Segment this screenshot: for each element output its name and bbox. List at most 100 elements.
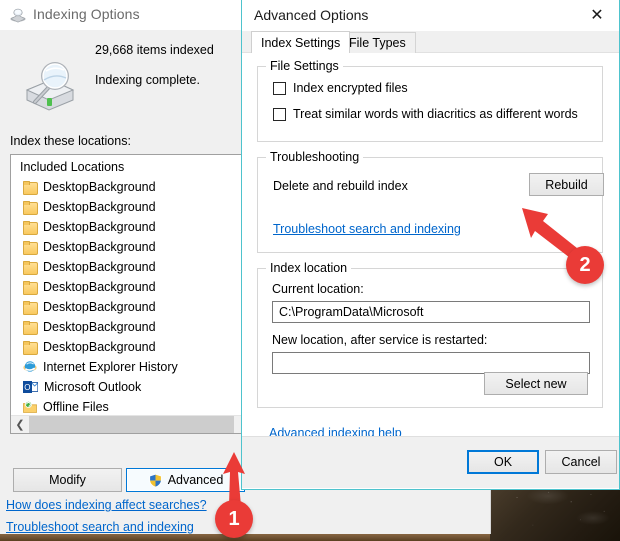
list-item[interactable]: Internet Explorer History [11,357,242,377]
scrollbar-thumb[interactable] [29,416,234,433]
list-item-label: DesktopBackground [43,320,156,334]
cancel-button[interactable]: Cancel [545,450,617,474]
advanced-options-title: Advanced Options [254,7,369,23]
svg-text:O: O [24,383,30,392]
close-icon[interactable]: ✕ [575,0,619,30]
advanced-options-dialog: Advanced Options ✕ Index Settings File T… [241,0,620,490]
treat-diacritics-checkbox[interactable] [273,107,286,121]
list-item[interactable]: DesktopBackground [11,237,242,257]
folder-icon [23,201,38,215]
select-new-button[interactable]: Select new [484,372,588,395]
current-location-label: Current location: [272,282,364,296]
included-locations-list[interactable]: Included Locations DesktopBackground Desk… [10,154,243,434]
advanced-options-titlebar: Advanced Options ✕ [242,0,619,31]
file-settings-group: File Settings Index encrypted files Trea… [257,59,603,142]
list-item[interactable]: DesktopBackground [11,177,242,197]
indexing-options-title: Indexing Options [33,6,140,22]
cancel-button-label: Cancel [561,455,601,469]
tabstrip: Index Settings File Types [242,31,619,53]
list-item[interactable]: DesktopBackground [11,297,242,317]
internet-explorer-icon [23,360,37,374]
list-item[interactable]: Offline Files [11,397,242,417]
select-new-button-label: Select new [505,376,567,391]
folder-icon [23,301,38,315]
index-location-group: Index location Current location: C:\Prog… [257,261,603,408]
folder-icon [23,221,38,235]
advanced-button[interactable]: Advanced [126,468,245,492]
troubleshoot-search-indexing-link[interactable]: Troubleshoot search and indexing [273,222,461,236]
index-location-legend: Index location [266,261,352,275]
advanced-button-label: Advanced [167,473,224,487]
list-item[interactable]: DesktopBackground [11,317,242,337]
screenshot-root: Indexing Options 29,668 items indexed In… [0,0,620,541]
list-item-label: Internet Explorer History [43,360,178,374]
list-item-label: DesktopBackground [43,180,156,194]
desktop-wallpaper [488,488,620,541]
list-item[interactable]: O Microsoft Outlook [11,377,242,397]
shield-icon [148,473,163,488]
list-item[interactable]: DesktopBackground [11,337,242,357]
index-settings-panel: File Settings Index encrypted files Trea… [242,53,619,440]
list-item[interactable]: DesktopBackground [11,277,242,297]
troubleshoot-search-link[interactable]: Troubleshoot search and indexing [6,520,194,534]
index-locations-label: Index these locations: [10,134,131,148]
locations-rows: DesktopBackground DesktopBackground Deskto… [11,177,242,433]
tab-file-types-label: File Types [349,36,406,50]
treat-diacritics-label: Treat similar words with diacritics as d… [293,107,578,121]
new-location-field[interactable] [272,352,590,374]
scroll-left-icon[interactable]: ❮ [11,416,29,433]
folder-icon [23,341,38,355]
callout-badge-2: 2 [566,246,604,284]
outlook-icon: O [23,380,39,394]
folder-icon [23,261,38,275]
folder-icon [23,181,38,195]
current-location-value: C:\ProgramData\Microsoft [279,305,424,319]
advanced-options-footer: OK Cancel [242,436,619,488]
how-does-indexing-link[interactable]: How does indexing affect searches? [6,498,207,512]
list-item[interactable]: DesktopBackground [11,217,242,237]
rebuild-button-label: Rebuild [545,177,588,192]
index-encrypted-files-checkbox[interactable] [273,81,286,95]
tab-index-settings-label: Index Settings [261,35,341,50]
list-item-label: DesktopBackground [43,200,156,214]
troubleshooting-legend: Troubleshooting [266,150,364,164]
current-location-field[interactable]: C:\ProgramData\Microsoft [272,301,590,323]
folder-icon [23,281,38,295]
modify-button[interactable]: Modify [13,468,122,492]
tab-file-types[interactable]: File Types [339,32,416,53]
callout-badge-2-label: 2 [579,253,591,276]
list-item-label: Microsoft Outlook [44,380,142,394]
list-item-label: DesktopBackground [43,220,156,234]
callout-badge-1-label: 1 [228,507,240,530]
treat-diacritics-row[interactable]: Treat similar words with diacritics as d… [273,107,578,121]
list-item[interactable]: DesktopBackground [11,197,242,217]
folder-icon [23,321,38,335]
list-item-label: DesktopBackground [43,300,156,314]
list-item-label: DesktopBackground [43,280,156,294]
indexing-options-icon [9,6,27,24]
magnifier-drive-icon [17,54,79,114]
list-item-label: DesktopBackground [43,240,156,254]
indexing-status-text: Indexing complete. [95,73,200,87]
ok-button-label: OK [493,455,513,469]
folder-icon [23,241,38,255]
ok-button[interactable]: OK [467,450,539,474]
index-encrypted-files-label: Index encrypted files [293,81,408,95]
list-item-label: DesktopBackground [43,260,156,274]
list-horizontal-scrollbar[interactable]: ❮ [11,415,242,433]
troubleshooting-group: Troubleshooting Delete and rebuild index… [257,150,604,253]
new-location-label: New location, after service is restarted… [272,333,488,347]
index-encrypted-files-row[interactable]: Index encrypted files [273,81,408,95]
tab-index-settings[interactable]: Index Settings [251,31,351,53]
file-settings-legend: File Settings [266,59,343,73]
items-indexed-text: 29,668 items indexed [95,43,214,57]
modify-button-label: Modify [49,473,86,487]
included-locations-header: Included Locations [20,160,125,174]
delete-rebuild-label: Delete and rebuild index [273,179,408,193]
offline-files-icon [23,400,37,414]
rebuild-button[interactable]: Rebuild [529,173,604,196]
list-item-label: Offline Files [43,400,109,414]
list-item[interactable]: DesktopBackground [11,257,242,277]
callout-badge-1: 1 [215,500,253,538]
list-item-label: DesktopBackground [43,340,156,354]
